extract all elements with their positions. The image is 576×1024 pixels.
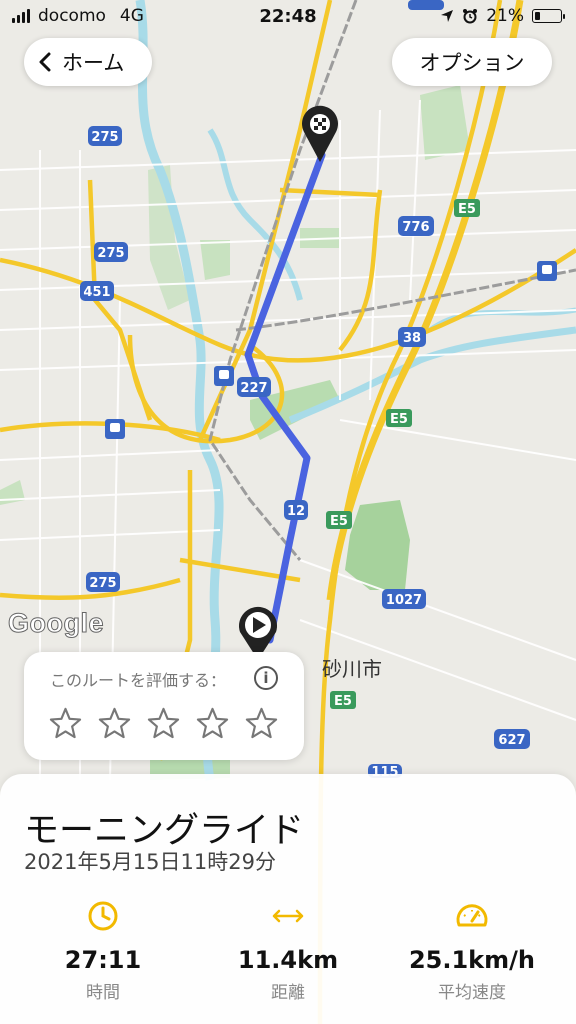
stat-label: 時間 — [86, 983, 120, 1003]
activity-summary-sheet: モーニングライド 2021年5月15日11時29分 27:11 時間 11.4k… — [0, 774, 576, 1024]
svg-text:275: 275 — [89, 576, 116, 591]
star-icon[interactable] — [146, 706, 181, 741]
stat-duration: 27:11 時間 — [13, 898, 193, 1003]
stat-value: 25.1km/h — [408, 946, 536, 974]
road-badge: 12 — [284, 500, 308, 520]
google-logo: Google — [8, 608, 105, 639]
location-arrow-icon — [441, 10, 454, 22]
svg-text:E5: E5 — [330, 514, 348, 529]
star-icon[interactable] — [97, 706, 132, 741]
road-badge: 627 — [494, 729, 530, 749]
stat-distance: 11.4km 距離 — [198, 898, 378, 1003]
chevron-left-icon — [39, 52, 51, 72]
rating-stars — [48, 706, 279, 741]
svg-text:E5: E5 — [458, 202, 476, 217]
svg-text:12: 12 — [287, 504, 305, 519]
stat-label: 距離 — [271, 983, 305, 1003]
activity-date: 2021年5月15日11時29分 — [24, 850, 276, 874]
stat-value: 27:11 — [64, 946, 142, 974]
expressway-badge: E5 — [326, 511, 352, 529]
back-home-button[interactable]: ホーム — [24, 38, 152, 86]
svg-text:E5: E5 — [390, 412, 408, 427]
stat-value: 11.4km — [237, 946, 339, 974]
alarm-icon — [463, 9, 478, 24]
road-badge: 275 — [86, 572, 120, 592]
star-icon[interactable] — [244, 706, 279, 741]
expressway-badge: E5 — [386, 409, 412, 427]
svg-text:227: 227 — [240, 381, 267, 396]
train-station-icon — [537, 261, 557, 281]
options-button[interactable]: オプション — [392, 38, 552, 86]
expressway-badge: E5 — [454, 199, 480, 217]
stat-avg-speed: 25.1km/h 平均速度 — [382, 898, 562, 1003]
road-badge: 451 — [80, 281, 114, 301]
road-badge: 275 — [88, 126, 122, 146]
back-button-label: ホーム — [62, 51, 125, 75]
svg-text:E5: E5 — [334, 694, 352, 709]
status-bar: docomo 4G 22:48 21% — [0, 0, 576, 34]
city-label: 砂川市 — [322, 657, 382, 681]
train-station-icon — [105, 419, 125, 439]
rating-label: このルートを評価する： — [50, 671, 227, 690]
road-badge: 1027 — [382, 589, 426, 609]
road-badge: 275 — [94, 242, 128, 262]
battery-icon — [532, 9, 565, 23]
svg-text:275: 275 — [97, 246, 124, 261]
svg-text:776: 776 — [402, 220, 429, 235]
stat-label: 平均速度 — [438, 983, 506, 1003]
svg-text:451: 451 — [83, 285, 110, 300]
train-station-icon — [214, 366, 234, 386]
route-rating-card: このルートを評価する： i — [24, 652, 304, 760]
svg-text:1027: 1027 — [386, 593, 422, 608]
svg-text:275: 275 — [91, 130, 118, 145]
speedometer-icon — [456, 904, 488, 927]
expressway-badge: E5 — [330, 691, 356, 709]
options-button-label: オプション — [419, 51, 525, 75]
road-badge: 227 — [237, 377, 271, 397]
star-icon[interactable] — [195, 706, 230, 741]
distance-icon — [272, 909, 304, 923]
road-badge: 38 — [398, 327, 426, 347]
svg-text:38: 38 — [403, 331, 421, 346]
star-icon[interactable] — [48, 706, 83, 741]
info-icon[interactable]: i — [254, 666, 278, 690]
svg-text:627: 627 — [498, 733, 525, 748]
road-badge: 776 — [398, 216, 434, 236]
battery-percent: 21% — [486, 6, 524, 26]
clock-icon — [88, 901, 118, 931]
